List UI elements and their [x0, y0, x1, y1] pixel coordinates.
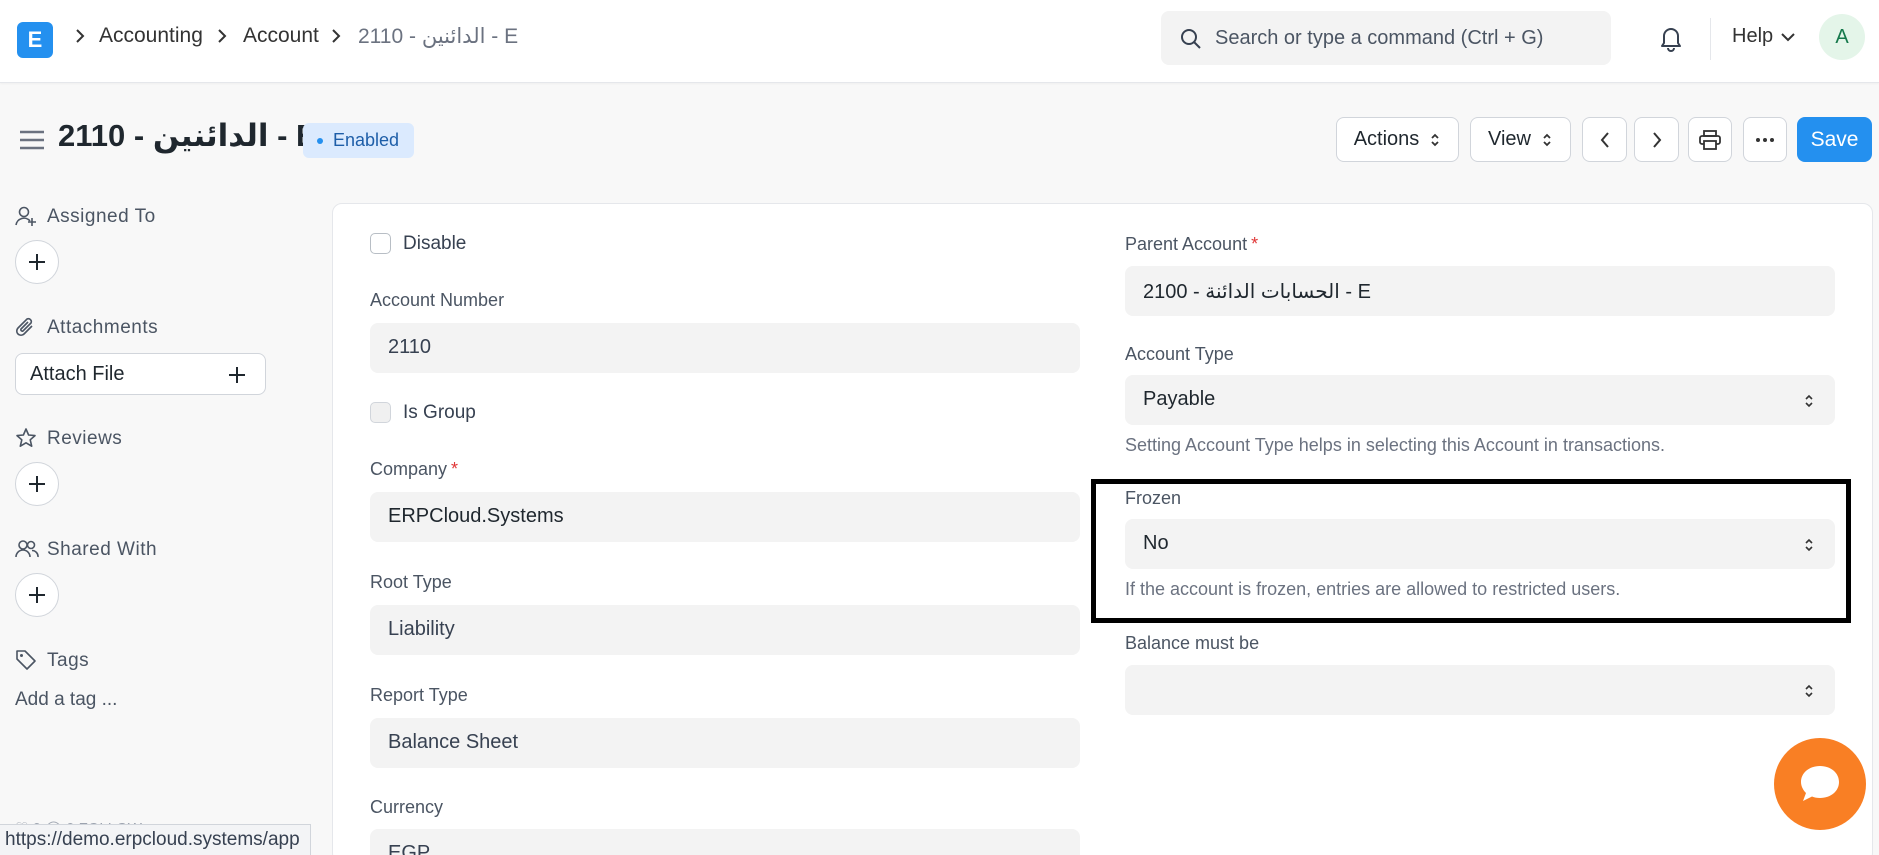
- assigned-to-label: Assigned To: [47, 206, 156, 227]
- paperclip-icon: [15, 317, 33, 337]
- app-logo[interactable]: E: [17, 22, 53, 58]
- tag-icon: [16, 650, 36, 670]
- user-plus-icon: [15, 206, 36, 226]
- chevron-right-icon: [332, 29, 341, 43]
- company-field[interactable]: ERPCloud.Systems: [370, 492, 1080, 542]
- sort-icon: [1543, 133, 1551, 146]
- disable-label: Disable: [403, 233, 467, 254]
- add-tag-link[interactable]: Add a tag ...: [15, 689, 117, 711]
- bell-icon[interactable]: [1658, 24, 1684, 52]
- status-badge-label: Enabled: [333, 130, 400, 150]
- nav-divider: [1710, 18, 1711, 60]
- currency-field[interactable]: EGP: [370, 829, 1080, 855]
- chevron-left-icon: [1600, 131, 1609, 148]
- attach-file-label: Attach File: [30, 363, 125, 385]
- balance-must-be-select[interactable]: [1125, 665, 1835, 715]
- currency-label: Currency: [370, 797, 444, 817]
- plus-icon: [29, 476, 45, 492]
- breadcrumb-account[interactable]: Account: [243, 24, 319, 48]
- print-button[interactable]: [1688, 117, 1732, 162]
- chat-widget-button[interactable]: [1774, 738, 1866, 830]
- root-type-field[interactable]: Liability: [370, 605, 1080, 655]
- parent-account-label: Parent Account *: [1125, 234, 1258, 255]
- attach-file-button[interactable]: Attach File: [15, 353, 266, 395]
- chevron-right-icon: [218, 29, 227, 43]
- company-label: Company *: [370, 459, 458, 480]
- frozen-description: If the account is frozen, entries are al…: [1125, 579, 1621, 599]
- search-input[interactable]: Search or type a command (Ctrl + G): [1215, 27, 1543, 50]
- required-indicator: *: [451, 459, 459, 479]
- report-type-value: Balance Sheet: [388, 731, 519, 753]
- root-type-value: Liability: [388, 618, 455, 640]
- chevron-right-icon: [1652, 131, 1661, 148]
- help-menu[interactable]: Help: [1732, 25, 1773, 48]
- search-bar[interactable]: Search or type a command (Ctrl + G): [1161, 11, 1611, 65]
- page-title: 2110 - الدائنين - E: [58, 118, 317, 153]
- frozen-value: No: [1143, 532, 1169, 554]
- frozen-select[interactable]: No: [1125, 519, 1835, 569]
- tags-label: Tags: [47, 650, 90, 671]
- search-icon: [1181, 29, 1201, 49]
- add-assignee-button[interactable]: [15, 240, 59, 284]
- reviews-label: Reviews: [47, 428, 123, 449]
- previous-button[interactable]: [1582, 117, 1627, 162]
- report-type-label: Report Type: [370, 685, 468, 705]
- chat-icon: [1801, 766, 1839, 801]
- breadcrumb-current[interactable]: 2110 - الدائنين - E: [358, 24, 518, 49]
- view-button[interactable]: View: [1470, 117, 1571, 162]
- select-arrows-icon: [1805, 684, 1813, 698]
- select-arrows-icon: [1805, 538, 1813, 552]
- report-type-field[interactable]: Balance Sheet: [370, 718, 1080, 768]
- plus-icon: [29, 587, 45, 603]
- balance-must-be-label: Balance must be: [1125, 633, 1260, 653]
- parent-account-label-text: Parent Account: [1125, 234, 1248, 254]
- breadcrumb-accounting[interactable]: Accounting: [99, 24, 203, 48]
- navbar: E Accounting Account 2110 - الدائنين - E…: [0, 0, 1879, 83]
- attachments-label: Attachments: [47, 317, 159, 338]
- save-button[interactable]: Save: [1797, 117, 1872, 162]
- more-icon: [1756, 137, 1774, 142]
- company-value: ERPCloud.Systems: [388, 505, 564, 527]
- next-button[interactable]: [1634, 117, 1679, 162]
- is-group-label: Is Group: [403, 402, 476, 423]
- is-group-checkbox[interactable]: [370, 402, 391, 423]
- account-type-value: Payable: [1143, 388, 1216, 410]
- browser-status-url: https://demo.erpcloud.systems/app: [0, 824, 311, 855]
- status-badge: Enabled: [303, 123, 415, 158]
- printer-icon: [1699, 129, 1721, 150]
- add-review-button[interactable]: [15, 462, 59, 506]
- chevron-down-icon[interactable]: [1780, 30, 1796, 44]
- avatar[interactable]: A: [1819, 14, 1865, 60]
- parent-account-value: 2100 - الحسابات الدائنة - E: [1143, 281, 1371, 303]
- root-type-label: Root Type: [370, 572, 452, 592]
- add-share-button[interactable]: [15, 573, 59, 617]
- account-number-field[interactable]: 2110: [370, 323, 1080, 373]
- menu-icon[interactable]: [19, 129, 45, 151]
- status-dot: [317, 137, 323, 144]
- account-number-value: 2110: [388, 336, 432, 358]
- currency-value: EGP: [388, 842, 431, 855]
- frozen-label: Frozen: [1125, 488, 1182, 508]
- plus-icon: [229, 367, 245, 383]
- star-icon: [16, 428, 36, 447]
- actions-button[interactable]: Actions: [1336, 117, 1459, 162]
- more-button[interactable]: [1743, 117, 1787, 162]
- sort-icon: [1431, 133, 1439, 146]
- account-type-description: Setting Account Type helps in selecting …: [1125, 435, 1665, 455]
- view-button-label: View: [1488, 128, 1531, 150]
- parent-account-field[interactable]: 2100 - الحسابات الدائنة - E: [1125, 266, 1835, 316]
- account-type-label: Account Type: [1125, 344, 1234, 364]
- account-number-label: Account Number: [370, 290, 505, 310]
- disable-checkbox[interactable]: [370, 233, 391, 254]
- account-type-select[interactable]: Payable: [1125, 375, 1835, 425]
- chevron-right-icon: [76, 29, 85, 43]
- actions-button-label: Actions: [1353, 128, 1420, 150]
- company-label-text: Company: [370, 459, 448, 479]
- select-arrows-icon: [1805, 394, 1813, 408]
- plus-icon: [29, 254, 45, 270]
- users-icon: [15, 540, 39, 558]
- required-indicator: *: [1251, 234, 1259, 254]
- shared-with-label: Shared With: [47, 539, 158, 560]
